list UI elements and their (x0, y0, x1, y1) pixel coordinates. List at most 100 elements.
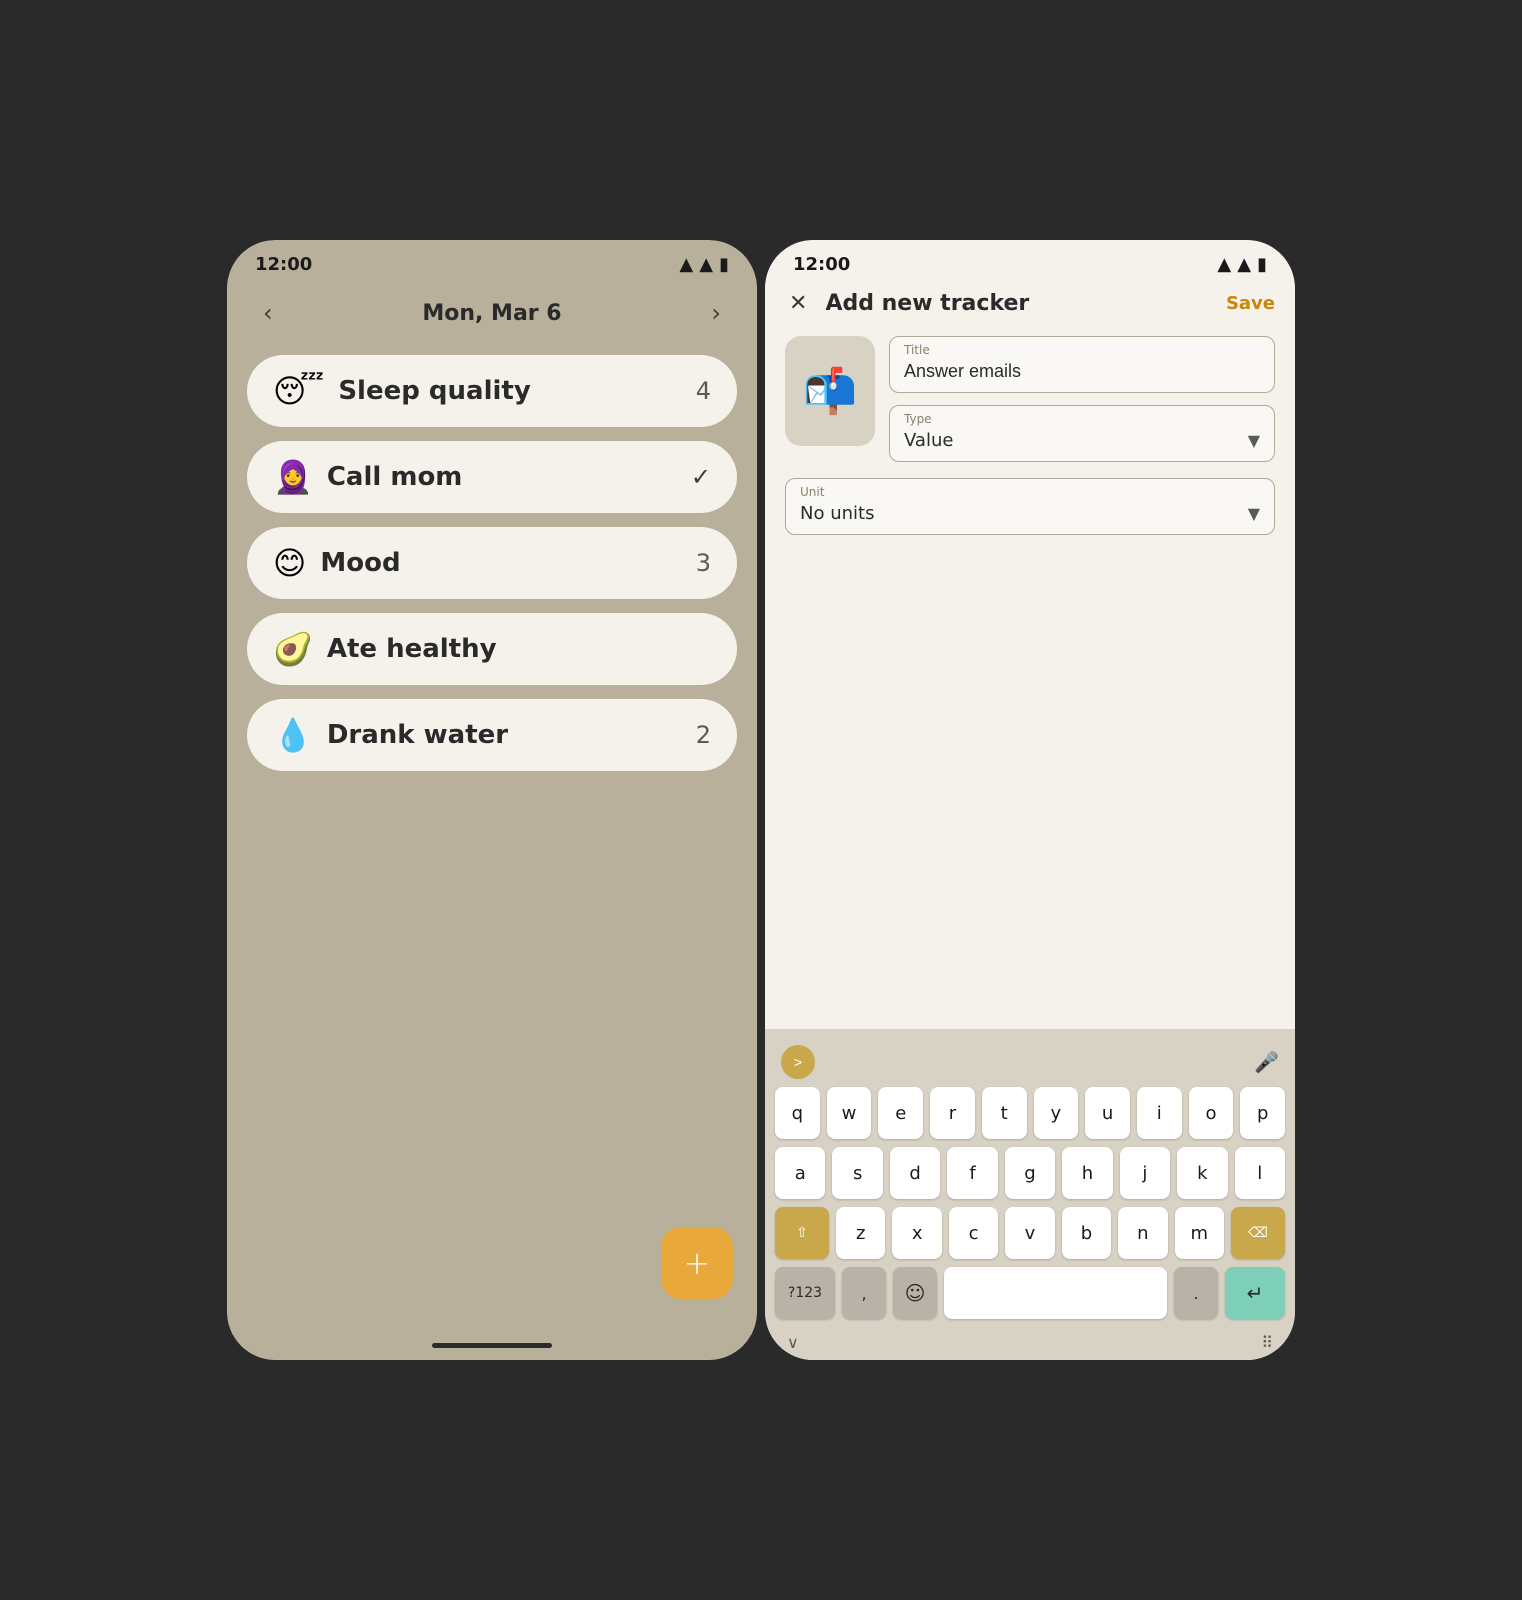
time-2: 12:00 (793, 254, 850, 275)
wifi-icon: ▲ (679, 254, 693, 275)
unit-field-group[interactable]: Unit No units ▼ (785, 478, 1275, 535)
key-a[interactable]: a (775, 1147, 825, 1199)
signal-icon: ▲ (699, 254, 713, 275)
key-h[interactable]: h (1062, 1147, 1112, 1199)
delete-key[interactable]: ⌫ (1231, 1207, 1285, 1259)
add-tracker-fab[interactable]: + (661, 1227, 733, 1299)
key-x[interactable]: x (892, 1207, 941, 1259)
numbers-key[interactable]: ?123 (775, 1267, 835, 1319)
time-1: 12:00 (255, 254, 312, 275)
key-z[interactable]: z (836, 1207, 885, 1259)
keyboard-rows: q w e r t y u i o p a (771, 1087, 1289, 1259)
phone-1: 12:00 ▲ ▲ ▮ ‹ Mon, Mar 6 › (227, 240, 757, 1360)
key-p[interactable]: p (1240, 1087, 1285, 1139)
keyboard-collapse-button[interactable]: ∨ (787, 1333, 799, 1352)
form-row-top: 📬 Title Type Value (785, 336, 1275, 462)
status-bar-2: 12:00 ▲ ▲ ▮ (765, 240, 1295, 279)
key-r[interactable]: r (930, 1087, 975, 1139)
type-field-group[interactable]: Type Value ▼ (889, 405, 1275, 462)
key-s[interactable]: s (832, 1147, 882, 1199)
key-q[interactable]: q (775, 1087, 820, 1139)
phone-2: 12:00 ▲ ▲ ▮ ✕ Add new tracker Save (765, 240, 1295, 1360)
keyboard-bottom-row: ?123 , ☺ . ↵ (771, 1259, 1289, 1323)
status-icons-2: ▲ ▲ ▮ (1217, 254, 1267, 275)
save-button[interactable]: Save (1226, 293, 1275, 314)
keyboard-toolbar: > 🎤 (771, 1039, 1289, 1087)
key-v[interactable]: v (1005, 1207, 1054, 1259)
nav-header: ‹ Mon, Mar 6 › (247, 279, 737, 355)
tracker-value: 4 (696, 377, 711, 405)
unit-select-value: No units (800, 503, 874, 524)
key-w[interactable]: w (827, 1087, 872, 1139)
tracker-name: Call mom (327, 462, 463, 492)
close-button[interactable]: ✕ (785, 287, 811, 320)
microphone-button[interactable]: 🎤 (1254, 1050, 1279, 1074)
tracker-item[interactable]: 😴 Sleep quality 4 (247, 355, 737, 427)
battery-icon: ▮ (719, 254, 729, 275)
title-input[interactable] (904, 361, 1260, 382)
key-t[interactable]: t (982, 1087, 1027, 1139)
keyboard-row-3: ⇧ z x c v b n m ⌫ (775, 1207, 1285, 1259)
tracker-emoji: 😴 (273, 375, 324, 407)
comma-key[interactable]: , (842, 1267, 886, 1319)
tracker-emoji: 🥑 (273, 633, 313, 665)
emoji-key[interactable]: ☺ (893, 1267, 937, 1319)
key-e[interactable]: e (878, 1087, 923, 1139)
tracker-name: Sleep quality (338, 376, 530, 406)
tracker-emoji: 😊 (273, 547, 306, 579)
key-o[interactable]: o (1189, 1087, 1234, 1139)
key-c[interactable]: c (949, 1207, 998, 1259)
wifi-icon: ▲ (1217, 254, 1231, 275)
unit-field-label: Unit (800, 485, 1260, 499)
tracker-value: 3 (696, 549, 711, 577)
shift-key[interactable]: ⇧ (775, 1207, 829, 1259)
emoji-picker-button[interactable]: 📬 (785, 336, 875, 446)
battery-icon: ▮ (1257, 254, 1267, 275)
period-key[interactable]: . (1174, 1267, 1218, 1319)
key-b[interactable]: b (1062, 1207, 1111, 1259)
keyboard-row-1: q w e r t y u i o p (775, 1087, 1285, 1139)
tracker-name: Drank water (327, 720, 508, 750)
tracker-item[interactable]: 😊 Mood 3 (247, 527, 737, 599)
key-j[interactable]: j (1120, 1147, 1170, 1199)
prev-date-button[interactable]: ‹ (255, 295, 281, 331)
key-k[interactable]: k (1177, 1147, 1227, 1199)
home-indicator (432, 1343, 552, 1348)
title-field-group: Title (889, 336, 1275, 393)
keyboard-row-2: a s d f g h j k l (775, 1147, 1285, 1199)
key-y[interactable]: y (1034, 1087, 1079, 1139)
current-date: Mon, Mar 6 (422, 301, 561, 326)
page-title: Add new tracker (825, 291, 1212, 316)
signal-icon: ▲ (1237, 254, 1251, 275)
key-l[interactable]: l (1235, 1147, 1285, 1199)
key-d[interactable]: d (890, 1147, 940, 1199)
status-bar-1: 12:00 ▲ ▲ ▮ (227, 240, 757, 279)
tracker-name: Mood (320, 548, 400, 578)
tracker-item[interactable]: 🧕 Call mom ✓ (247, 441, 737, 513)
space-key[interactable] (944, 1267, 1167, 1319)
keyboard: > 🎤 q w e r t y u i (765, 1029, 1295, 1360)
type-dropdown-arrow-icon: ▼ (1248, 431, 1260, 450)
unit-dropdown-arrow-icon: ▼ (1248, 504, 1260, 523)
key-f[interactable]: f (947, 1147, 997, 1199)
form-area: 📬 Title Type Value (765, 336, 1295, 1029)
tracker-checkmark: ✓ (691, 463, 711, 491)
key-m[interactable]: m (1175, 1207, 1224, 1259)
title-field-label: Title (904, 343, 1260, 357)
keyboard-handle-row: ∨ ⠿ (771, 1323, 1289, 1360)
key-u[interactable]: u (1085, 1087, 1130, 1139)
status-icons-1: ▲ ▲ ▮ (679, 254, 729, 275)
key-g[interactable]: g (1005, 1147, 1055, 1199)
keyboard-expand-button[interactable]: > (781, 1045, 815, 1079)
tracker-item[interactable]: 🥑 Ate healthy (247, 613, 737, 685)
tracker-item[interactable]: 💧 Drank water 2 (247, 699, 737, 771)
key-i[interactable]: i (1137, 1087, 1182, 1139)
next-date-button[interactable]: › (703, 295, 729, 331)
tracker-emoji: 💧 (273, 719, 313, 751)
type-field-label: Type (904, 412, 1260, 426)
key-n[interactable]: n (1118, 1207, 1167, 1259)
type-select-value: Value (904, 430, 953, 451)
enter-key[interactable]: ↵ (1225, 1267, 1285, 1319)
keyboard-switcher-icon[interactable]: ⠿ (1261, 1333, 1273, 1352)
add-tracker-header: ✕ Add new tracker Save (765, 279, 1295, 336)
